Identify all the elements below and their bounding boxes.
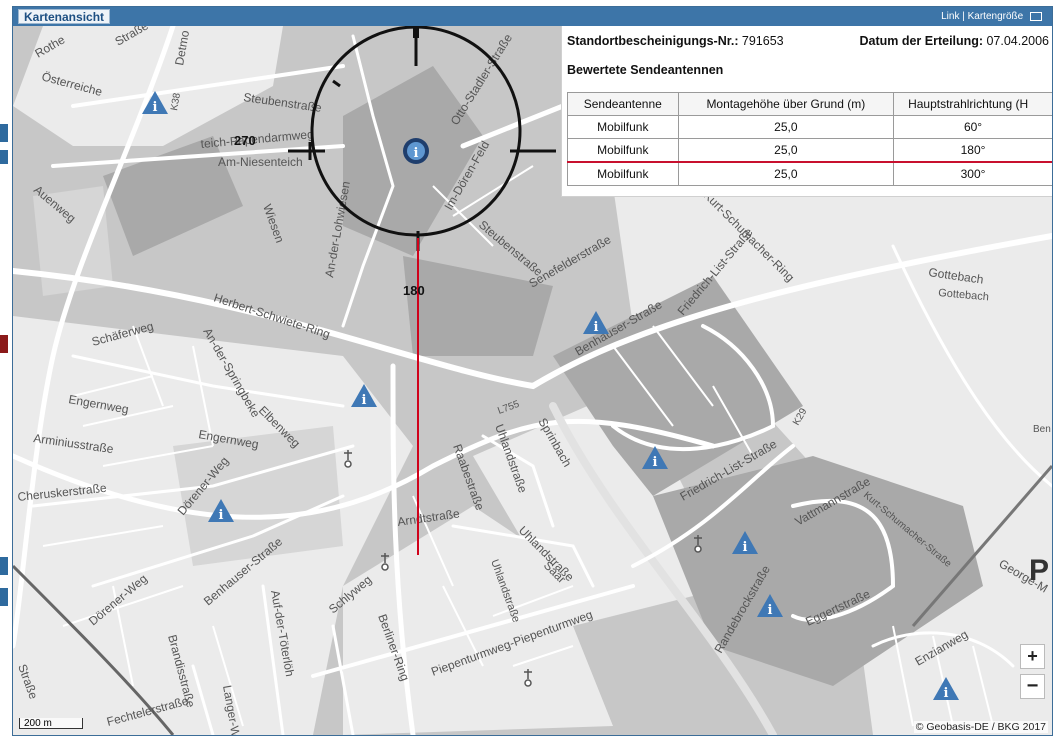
- direction-cell: 60°: [893, 115, 1052, 139]
- map-canvas[interactable]: Steubenstraße Österreiche Otto-Stadler-S…: [13, 26, 1052, 735]
- sidebar-tab[interactable]: [0, 150, 8, 164]
- map-size-button[interactable]: Kartengröße: [968, 11, 1024, 22]
- certificate-row: Standortbescheinigungs-Nr.: 791653 Datum…: [567, 34, 1049, 50]
- table-row[interactable]: Mobilfunk 25,0 60°: [567, 115, 1052, 139]
- svg-text:i: i: [219, 508, 224, 523]
- table-header-row: Sendeantenne Montagehöhe über Grund (m) …: [567, 92, 1052, 116]
- link-separator: |: [962, 11, 965, 22]
- issue-date: Datum der Erteilung: 07.04.2006: [859, 34, 1049, 48]
- direction-cell: 300°: [893, 161, 1052, 186]
- table-row-highlighted[interactable]: Mobilfunk 25,0 180°: [567, 138, 1052, 163]
- antenna-type-cell: Mobilfunk: [567, 138, 679, 163]
- date-value: 07.04.2006: [986, 34, 1049, 48]
- date-label: Datum der Erteilung:: [859, 34, 984, 48]
- window-icon[interactable]: [1030, 11, 1042, 21]
- svg-text:i: i: [768, 603, 773, 618]
- svg-text:An-der-Lohwiesen: An-der-Lohwiesen: [322, 180, 353, 278]
- section-title: Bewertete Sendeantennen: [567, 63, 724, 77]
- table-row[interactable]: Mobilfunk 25,0 300°: [567, 161, 1052, 186]
- svg-text:i: i: [362, 393, 367, 408]
- svg-text:i: i: [743, 540, 748, 555]
- scale-bar: 200 m: [19, 718, 83, 729]
- svg-text:L755: L755: [496, 399, 521, 417]
- link-button[interactable]: Link: [941, 11, 959, 22]
- column-header: Hauptstrahlrichtung (H: [893, 92, 1052, 116]
- zoom-out-button[interactable]: −: [1020, 674, 1045, 699]
- sidebar-marker[interactable]: [0, 335, 8, 353]
- map-panel: Kartenansicht Link | Kartengröße Steuben…: [12, 6, 1053, 736]
- cert-value: 791653: [741, 34, 784, 48]
- mount-height-cell: 25,0: [677, 115, 895, 139]
- svg-text:Wiesen: Wiesen: [260, 202, 287, 244]
- svg-text:Senefelderstraße: Senefelderstraße: [527, 232, 614, 290]
- left-sidebar-strip: [0, 0, 12, 742]
- map-attribution: © Geobasis-DE / BKG 2017: [913, 721, 1048, 733]
- panel-title: Kartenansicht: [18, 9, 111, 24]
- antenna-info-box: Standortbescheinigungs-Nr.: 791653 Datum…: [561, 26, 1052, 197]
- cert-label: Standortbescheinigungs-Nr.:: [567, 34, 739, 48]
- antenna-table: Sendeantenne Montagehöhe über Grund (m) …: [567, 92, 1052, 186]
- svg-text:i: i: [153, 100, 158, 115]
- svg-text:i: i: [944, 686, 949, 701]
- mount-height-cell: 25,0: [677, 138, 895, 163]
- column-header: Montagehöhe über Grund (m): [677, 92, 895, 116]
- svg-text:Am-Niesenteich: Am-Niesenteich: [218, 155, 303, 169]
- column-header: Sendeantenne: [567, 92, 679, 116]
- antenna-type-cell: Mobilfunk: [567, 161, 679, 186]
- svg-text:Steubenstraße: Steubenstraße: [243, 90, 323, 115]
- svg-text:i: i: [653, 455, 658, 470]
- sidebar-tab[interactable]: [0, 588, 8, 606]
- compass-label-west: 270: [234, 133, 256, 148]
- svg-text:Steubenstraße: Steubenstraße: [476, 218, 546, 280]
- sidebar-tab[interactable]: [0, 557, 8, 575]
- svg-text:Ben: Ben: [1033, 424, 1051, 435]
- svg-text:i: i: [414, 146, 419, 161]
- svg-text:P: P: [1029, 554, 1049, 587]
- panel-titlebar: Kartenansicht Link | Kartengröße: [13, 7, 1052, 26]
- mount-height-cell: 25,0: [677, 161, 895, 186]
- sidebar-tab[interactable]: [0, 124, 8, 142]
- direction-cell: 180°: [893, 138, 1052, 163]
- compass-label-south: 180: [403, 283, 425, 298]
- svg-text:i: i: [594, 320, 599, 335]
- zoom-in-button[interactable]: +: [1020, 644, 1045, 669]
- svg-text:Herbert-Schwiete-Ring: Herbert-Schwiete-Ring: [212, 291, 332, 342]
- antenna-type-cell: Mobilfunk: [567, 115, 679, 139]
- title-links: Link | Kartengröße: [941, 11, 1042, 23]
